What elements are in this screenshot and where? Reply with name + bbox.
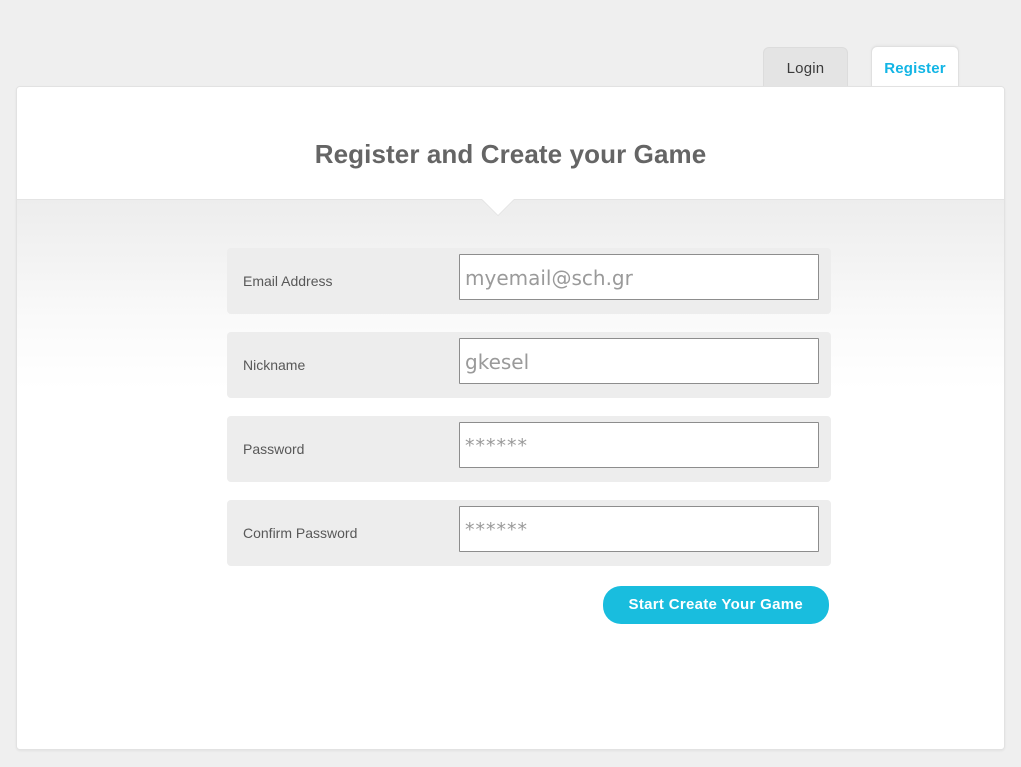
email-label: Email Address [243,273,333,289]
email-field[interactable] [459,254,819,300]
tab-login[interactable]: Login [763,47,848,88]
confirm-password-label: Confirm Password [243,525,358,541]
card-body: Email Address Nickname Password Confirm … [17,200,1004,749]
tab-login-label: Login [786,59,825,77]
submit-row: Start Create Your Game [227,586,831,624]
confirm-password-field[interactable] [459,506,819,552]
form-row-confirm-password: Confirm Password [227,500,831,566]
header-notch-icon [482,199,514,215]
form-row-email: Email Address [227,248,831,314]
register-form: Email Address Nickname Password Confirm … [227,248,831,584]
card-header: Register and Create your Game [17,87,1004,215]
tab-register[interactable]: Register [871,46,959,89]
nickname-label: Nickname [243,357,306,373]
tab-bar: Login Register [0,0,1021,89]
tab-register-label: Register [884,59,946,77]
form-row-password: Password [227,416,831,482]
password-label: Password [243,441,305,457]
password-field[interactable] [459,422,819,468]
form-row-nickname: Nickname [227,332,831,398]
start-create-game-button[interactable]: Start Create Your Game [602,586,829,624]
nickname-field[interactable] [459,338,819,384]
register-card: Register and Create your Game Email Addr… [16,86,1005,750]
page-title: Register and Create your Game [314,139,707,169]
